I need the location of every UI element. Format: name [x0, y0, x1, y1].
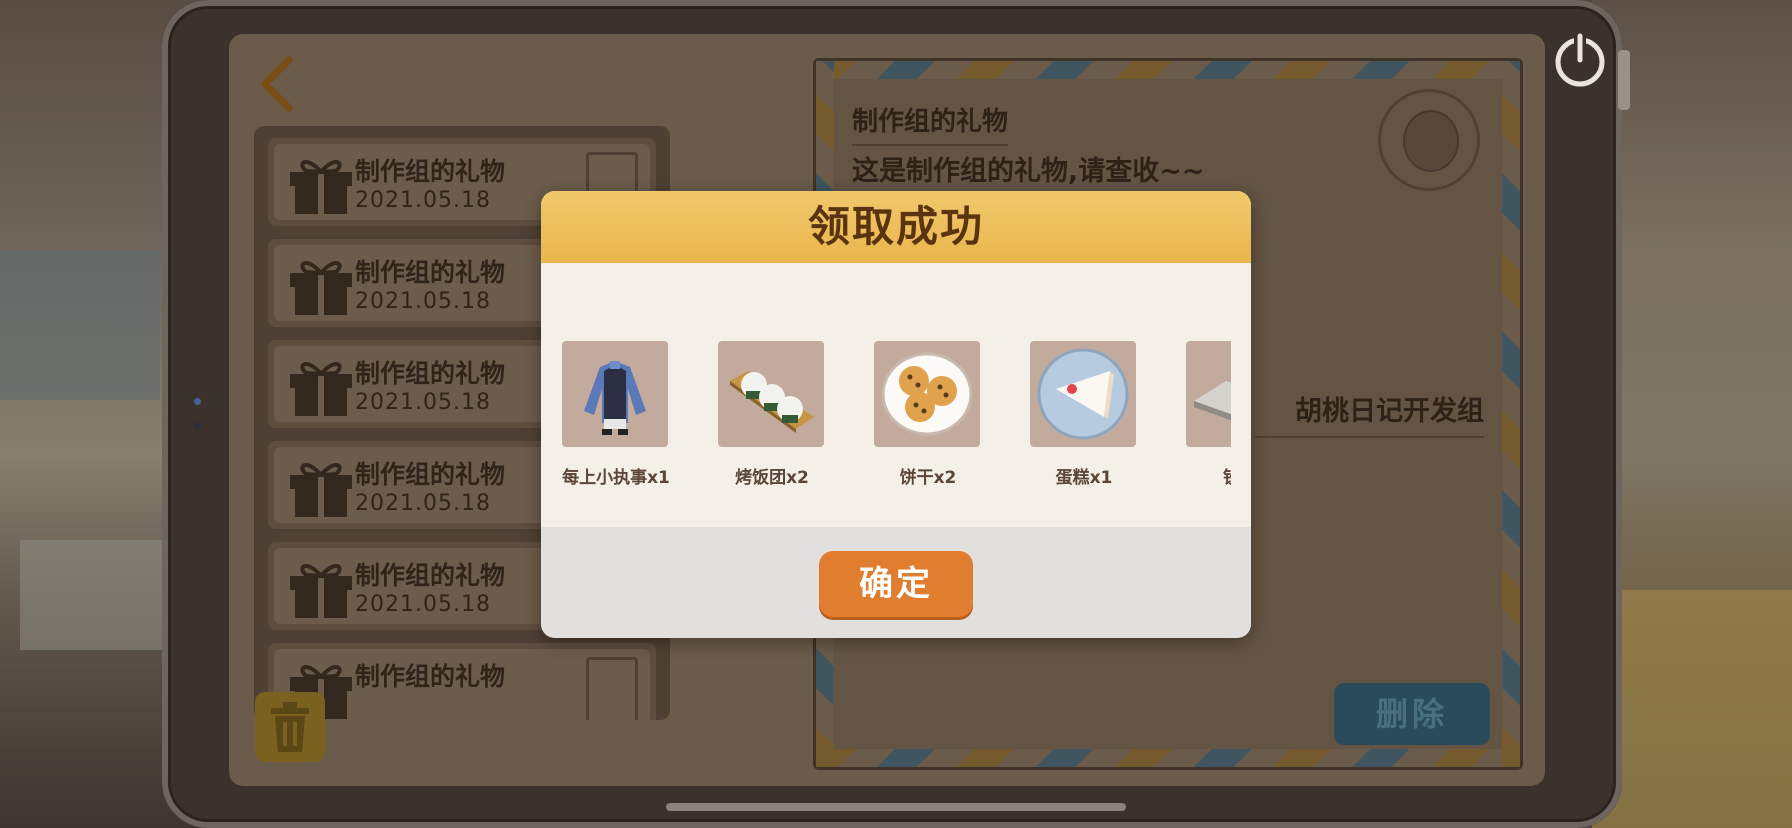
trash-icon [271, 702, 309, 752]
rice-ball-icon [730, 371, 814, 433]
banknote-icon [1194, 381, 1231, 421]
reward-dialog: 领取成功 每上小执事x1 烤饭团x2 饼干x2 蛋糕x1 确定 [541, 191, 1251, 638]
reward-item[interactable]: 钞票 [1185, 341, 1231, 491]
dialog-footer: 确定 [541, 527, 1251, 638]
gift-icon [290, 261, 352, 315]
mail-title: 制作组的礼物 [355, 359, 506, 388]
butler-outfit-icon [584, 361, 646, 435]
gift-icon [290, 160, 352, 214]
postmark-stamp-icon [1378, 89, 1480, 191]
delete-button[interactable]: 删除 [1334, 683, 1490, 745]
mail-title: 制作组的礼物 [355, 460, 506, 489]
gift-icon [290, 463, 352, 517]
reward-list: 每上小执事x1 烤饭团x2 饼干x2 蛋糕x1 [561, 341, 1231, 491]
mail-date: 2021.05.18 [355, 289, 491, 314]
mail-title: 制作组的礼物 [355, 157, 506, 186]
reward-label: 钞票 [1165, 463, 1231, 488]
reward-label: 蛋糕x1 [1055, 468, 1113, 488]
tablet-side-button [1618, 50, 1630, 110]
letter-signature: 胡桃日记开发组 [1255, 389, 1484, 438]
mail-title: 制作组的礼物 [355, 258, 506, 287]
letter-body: 这是制作组的礼物,请查收~~ [852, 156, 1205, 187]
reward-item[interactable]: 每上小执事x1 [561, 341, 671, 491]
reward-label: 饼干x2 [899, 468, 957, 488]
background-right [1592, 0, 1792, 828]
tablet-sensor [194, 422, 201, 429]
mail-date: 2021.05.18 [355, 491, 491, 516]
confirm-button[interactable]: 确定 [819, 551, 973, 617]
envelope-icon [586, 657, 638, 720]
tablet-camera [194, 398, 201, 405]
dialog-header: 领取成功 [541, 191, 1251, 263]
trash-button[interactable] [255, 692, 325, 762]
mail-title: 制作组的礼物 [355, 561, 506, 590]
dialog-body: 每上小执事x1 烤饭团x2 饼干x2 蛋糕x1 [541, 263, 1251, 527]
reward-label: 每上小执事x1 [562, 468, 670, 488]
mail-date: 2021.05.18 [355, 390, 491, 415]
mail-date: 2021.05.18 [355, 188, 491, 213]
reward-item[interactable]: 饼干x2 [873, 341, 983, 491]
letter-title: 制作组的礼物 [852, 101, 1009, 146]
home-indicator [666, 803, 1126, 811]
reward-item[interactable]: 烤饭团x2 [717, 341, 827, 491]
cookie-icon [881, 352, 973, 436]
cake-icon [1037, 348, 1129, 440]
gift-icon [290, 362, 352, 416]
dialog-title: 领取成功 [807, 202, 984, 251]
power-icon[interactable] [1550, 30, 1610, 90]
back-arrow-icon[interactable] [257, 54, 297, 114]
reward-item[interactable]: 蛋糕x1 [1029, 341, 1139, 491]
mail-title: 制作组的礼物 [355, 662, 506, 691]
gift-icon [290, 564, 352, 618]
mail-date: 2021.05.18 [355, 592, 491, 617]
reward-label: 烤饭团x2 [735, 468, 809, 488]
mail-item[interactable]: 制作组的礼物 [268, 643, 656, 720]
